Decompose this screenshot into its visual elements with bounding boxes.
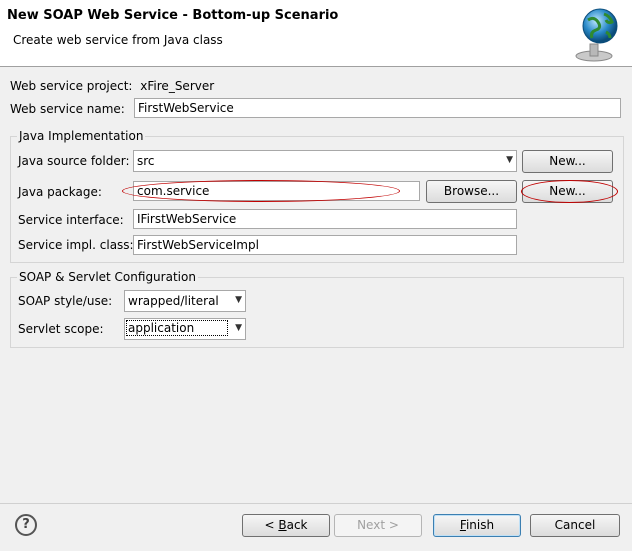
project-row: Web service project: xFire_Server xyxy=(10,79,214,93)
annotation-ellipse-new xyxy=(521,180,618,203)
chevron-down-icon: ▼ xyxy=(506,155,513,165)
help-icon[interactable]: ? xyxy=(15,514,37,536)
servlet-scope-label: Servlet scope: xyxy=(18,322,104,336)
finish-button-rest: inish xyxy=(465,518,495,532)
cancel-button[interactable]: Cancel xyxy=(530,514,620,537)
back-button-prefix: < xyxy=(264,518,279,532)
footer-separator xyxy=(0,503,632,504)
wizard-title: New SOAP Web Service - Bottom-up Scenari… xyxy=(7,8,339,23)
soap-style-label: SOAP style/use: xyxy=(18,294,113,308)
interface-field[interactable]: IFirstWebService xyxy=(133,209,517,229)
wizard-subtitle: Create web service from Java class xyxy=(13,33,223,47)
interface-label: Service interface: xyxy=(18,213,124,227)
servlet-scope-value: application xyxy=(126,320,228,336)
annotation-ellipse-package xyxy=(122,180,400,202)
impl-class-field[interactable]: FirstWebServiceImpl xyxy=(133,235,517,255)
source-folder-label: Java source folder: xyxy=(18,154,130,168)
package-browse-button[interactable]: Browse... xyxy=(426,180,517,203)
package-label: Java package: xyxy=(18,185,102,199)
soap-servlet-group xyxy=(10,277,624,348)
soap-style-select[interactable]: wrapped/literal ▼ xyxy=(124,290,246,312)
source-folder-select[interactable]: src ▼ xyxy=(133,150,517,172)
impl-class-label: Service impl. class: xyxy=(18,238,134,252)
back-button-rest: ack xyxy=(286,518,308,532)
soap-style-value: wrapped/literal xyxy=(128,294,219,308)
finish-button[interactable]: Finish xyxy=(433,514,521,537)
servlet-scope-select[interactable]: application ▼ xyxy=(124,318,246,340)
back-button[interactable]: < Back xyxy=(242,514,330,537)
project-label: Web service project: xyxy=(10,79,133,93)
java-implementation-title: Java Implementation xyxy=(17,129,146,143)
chevron-down-icon: ▼ xyxy=(235,295,242,305)
source-folder-value: src xyxy=(137,154,155,168)
project-value: xFire_Server xyxy=(140,79,215,93)
next-button[interactable]: Next > xyxy=(334,514,422,537)
globe-icon xyxy=(575,8,618,62)
header-separator xyxy=(0,66,632,67)
service-name-field[interactable]: FirstWebService xyxy=(134,98,621,118)
wizard-header: New SOAP Web Service - Bottom-up Scenari… xyxy=(0,0,632,66)
chevron-down-icon: ▼ xyxy=(235,323,242,333)
source-folder-new-button[interactable]: New... xyxy=(522,150,613,173)
soap-servlet-title: SOAP & Servlet Configuration xyxy=(17,270,198,284)
back-button-mnemonic: B xyxy=(278,518,287,532)
service-name-label: Web service name: xyxy=(10,102,125,116)
